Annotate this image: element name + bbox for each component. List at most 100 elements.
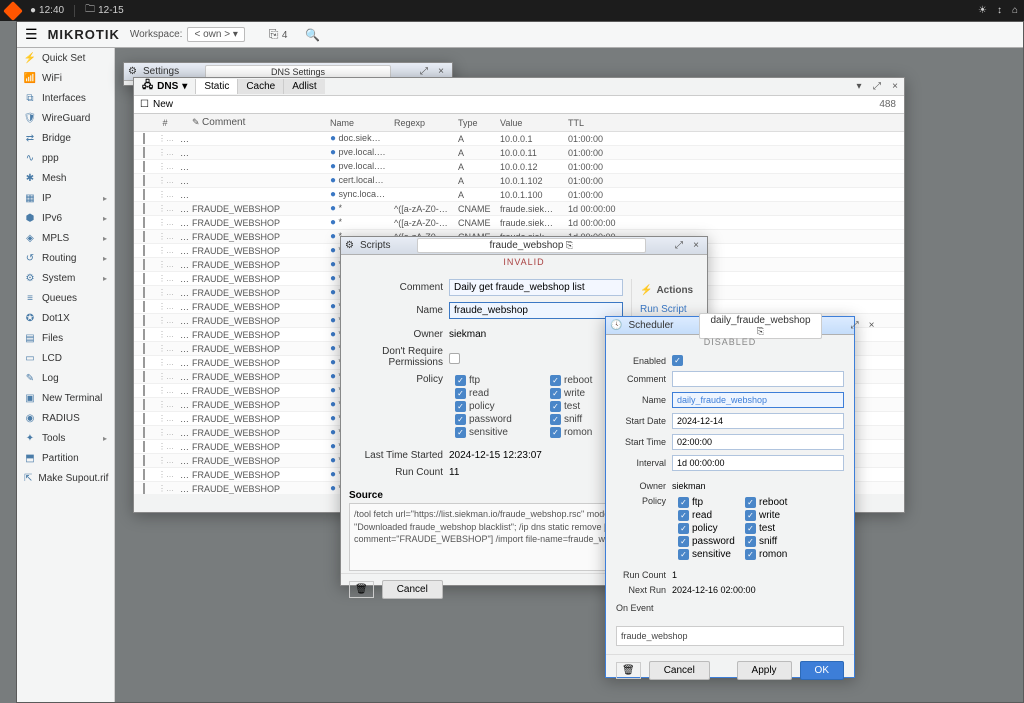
sidebar-item-new-terminal[interactable]: ▣New Terminal bbox=[17, 388, 114, 408]
policy-checkbox[interactable] bbox=[745, 497, 756, 508]
sidebar-item-mesh[interactable]: ✱Mesh bbox=[17, 168, 114, 188]
policy-checkbox[interactable] bbox=[678, 510, 689, 521]
policy-checkbox[interactable] bbox=[455, 414, 466, 425]
row-checkbox[interactable] bbox=[143, 315, 145, 326]
row-checkbox[interactable] bbox=[143, 273, 145, 284]
table-row[interactable]: ⋮⋮ … ● doc.siekman... A 10.0.0.1 01:00:0… bbox=[134, 132, 904, 146]
row-checkbox[interactable] bbox=[143, 343, 145, 354]
name-field[interactable] bbox=[449, 302, 623, 319]
policy-read[interactable]: read bbox=[455, 388, 540, 399]
search-icon[interactable]: 🔍 bbox=[301, 26, 324, 44]
new-button[interactable]: ☐ New bbox=[134, 99, 179, 110]
drag-handle[interactable]: ⋮⋮ bbox=[154, 204, 176, 213]
sidebar-item-ip[interactable]: ▦IP▸ bbox=[17, 188, 114, 208]
cancel-button[interactable]: Cancel bbox=[649, 661, 710, 680]
policy-checkbox[interactable] bbox=[455, 427, 466, 438]
policy-checkbox[interactable] bbox=[745, 549, 756, 560]
expand-icon[interactable]: ⤢ bbox=[868, 81, 886, 92]
policy-checkbox[interactable] bbox=[678, 536, 689, 547]
drag-handle[interactable]: ⋮⋮ bbox=[154, 190, 176, 199]
policy-checkbox[interactable] bbox=[745, 536, 756, 547]
sidebar-item-tools[interactable]: ✦Tools▸ bbox=[17, 428, 114, 448]
policy-password[interactable]: password bbox=[455, 414, 540, 425]
drag-handle[interactable]: ⋮⋮ bbox=[154, 288, 176, 297]
drag-handle[interactable]: ⋮⋮ bbox=[154, 400, 176, 409]
activities-icon[interactable] bbox=[3, 1, 23, 21]
drag-handle[interactable]: ⋮⋮ bbox=[154, 344, 176, 353]
policy-sensitive[interactable]: sensitive bbox=[455, 427, 540, 438]
drag-handle[interactable]: ⋮⋮ bbox=[154, 232, 176, 241]
sidebar-item-ipv6[interactable]: ⬢IPv6▸ bbox=[17, 208, 114, 228]
drag-handle[interactable]: ⋮⋮ bbox=[154, 386, 176, 395]
tab-static[interactable]: Static bbox=[195, 79, 237, 94]
menu-icon[interactable]: ☰ bbox=[25, 26, 38, 43]
drag-handle[interactable]: ⋮⋮ bbox=[154, 148, 176, 157]
row-checkbox[interactable] bbox=[143, 245, 145, 256]
drag-handle[interactable]: ⋮⋮ bbox=[154, 260, 176, 269]
sidebar-item-system[interactable]: ⚙System▸ bbox=[17, 268, 114, 288]
sidebar-item-partition[interactable]: ⬒Partition bbox=[17, 448, 114, 468]
table-row[interactable]: ⋮⋮ … ● pve.local.sie... A 10.0.0.11 01:0… bbox=[134, 146, 904, 160]
drag-handle[interactable]: ⋮⋮ bbox=[154, 274, 176, 283]
drag-handle[interactable]: ⋮⋮ bbox=[154, 470, 176, 479]
sched-comment-field[interactable] bbox=[672, 371, 844, 387]
drag-handle[interactable]: ⋮⋮ bbox=[154, 176, 176, 185]
run-script-link[interactable]: Run Script bbox=[640, 302, 699, 317]
sidebar-item-ppp[interactable]: ∿ppp bbox=[17, 148, 114, 168]
start-time-field[interactable] bbox=[672, 434, 844, 450]
sidebar-item-lcd[interactable]: ▭LCD bbox=[17, 348, 114, 368]
sidebar-item-queues[interactable]: ≡Queues bbox=[17, 288, 114, 308]
drag-handle[interactable]: ⋮⋮ bbox=[154, 372, 176, 381]
policy-checkbox[interactable] bbox=[745, 510, 756, 521]
row-checkbox[interactable] bbox=[143, 147, 145, 158]
policy-ftp[interactable]: ftp bbox=[455, 375, 540, 386]
sidebar-item-log[interactable]: ✎Log bbox=[17, 368, 114, 388]
row-checkbox[interactable] bbox=[143, 259, 145, 270]
policy-sensitive[interactable]: sensitive bbox=[678, 549, 742, 560]
row-checkbox[interactable] bbox=[143, 469, 145, 480]
table-row[interactable]: ⋮⋮ … ● cert.local.sie... A 10.0.1.102 01… bbox=[134, 174, 904, 188]
sidebar-item-dot1x[interactable]: ✪Dot1X bbox=[17, 308, 114, 328]
policy-test[interactable]: test bbox=[745, 523, 805, 534]
sidebar-item-make-supout-rif[interactable]: ⇱Make Supout.rif bbox=[17, 468, 114, 488]
drag-handle[interactable]: ⋮⋮ bbox=[154, 330, 176, 339]
expand-icon[interactable]: ⤢ bbox=[848, 319, 862, 333]
row-checkbox[interactable] bbox=[143, 217, 145, 228]
sidebar-item-wireguard[interactable]: 🛡WireGuard bbox=[17, 108, 114, 128]
tab-adlist[interactable]: Adlist bbox=[283, 79, 324, 94]
row-checkbox[interactable] bbox=[143, 175, 145, 186]
row-checkbox[interactable] bbox=[143, 371, 145, 382]
policy-checkbox[interactable] bbox=[550, 388, 561, 399]
policy-checkbox[interactable] bbox=[455, 388, 466, 399]
policy-ftp[interactable]: ftp bbox=[678, 497, 742, 508]
ok-button[interactable]: OK bbox=[800, 661, 844, 680]
tray-icon[interactable]: ↕ bbox=[997, 5, 1002, 16]
start-date-field[interactable] bbox=[672, 413, 844, 429]
policy-checkbox[interactable] bbox=[678, 523, 689, 534]
scheduler-window[interactable]: 🕓 Scheduler daily_fraude_webshop ⎘ ⤢ × D… bbox=[605, 316, 855, 678]
row-checkbox[interactable] bbox=[143, 385, 145, 396]
row-checkbox[interactable] bbox=[143, 357, 145, 368]
sidebar-item-mpls[interactable]: ◈MPLS▸ bbox=[17, 228, 114, 248]
sidebar-item-bridge[interactable]: ⇄Bridge bbox=[17, 128, 114, 148]
filter-icon[interactable]: ▾ bbox=[850, 81, 868, 92]
sessions-icon[interactable]: ⎘ 4 bbox=[265, 25, 292, 44]
row-checkbox[interactable] bbox=[143, 231, 145, 242]
policy-checkbox[interactable] bbox=[455, 375, 466, 386]
row-checkbox[interactable] bbox=[143, 189, 145, 200]
table-row[interactable]: ⋮⋮ … FRAUDE_WEBSHOP ● * ^([a-zA-Z0-9-]+.… bbox=[134, 202, 904, 216]
policy-checkbox[interactable] bbox=[550, 427, 561, 438]
drag-handle[interactable]: ⋮⋮ bbox=[154, 162, 176, 171]
policy-checkbox[interactable] bbox=[678, 497, 689, 508]
apply-button[interactable]: Apply bbox=[737, 661, 792, 680]
policy-write[interactable]: write bbox=[745, 510, 805, 521]
drag-handle[interactable]: ⋮⋮ bbox=[154, 316, 176, 325]
drag-handle[interactable]: ⋮⋮ bbox=[154, 414, 176, 423]
dont-require-checkbox[interactable] bbox=[449, 353, 460, 364]
policy-checkbox[interactable] bbox=[550, 375, 561, 386]
policy-checkbox[interactable] bbox=[745, 523, 756, 534]
tray-icon[interactable]: ☀ bbox=[978, 5, 987, 16]
sched-name-field[interactable] bbox=[672, 392, 844, 408]
row-checkbox[interactable] bbox=[143, 133, 145, 144]
policy-checkbox[interactable] bbox=[550, 414, 561, 425]
